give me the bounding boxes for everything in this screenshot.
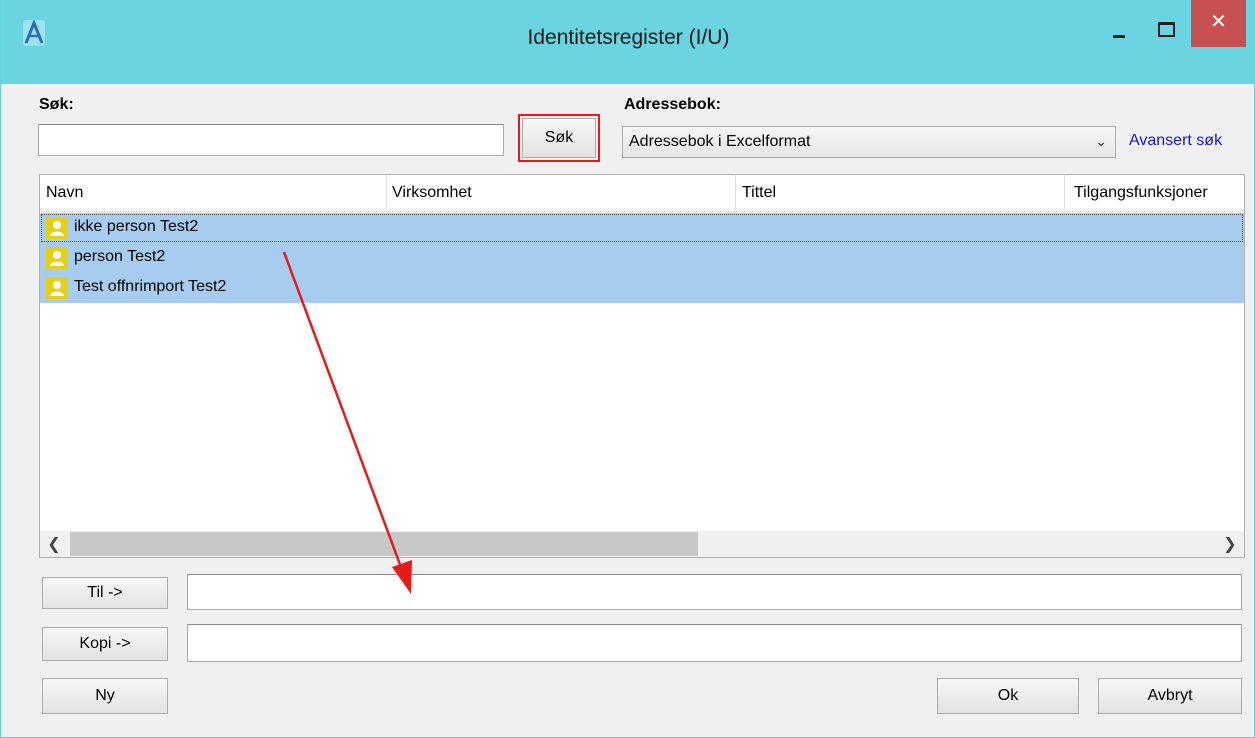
search-button[interactable]: Søk [522,118,596,158]
list-item[interactable]: ikke person Test2 [40,213,1244,243]
title-bar[interactable]: Identitetsregister (I/U) ✕ [1,0,1255,84]
to-button[interactable]: Til -> [42,577,168,609]
list-item-name: ikke person Test2 [74,218,199,235]
to-field[interactable] [187,574,1242,610]
scroll-left-icon[interactable]: ❮ [44,534,64,554]
advanced-search-link[interactable]: Avansert søk [1129,132,1222,150]
list-item[interactable]: person Test2 [40,243,1244,273]
minimize-button[interactable] [1101,18,1137,44]
horizontal-scrollbar[interactable]: ❮ ❯ [40,531,1244,557]
column-header-access-functions[interactable]: Tilgangsfunksjoner [1074,184,1208,202]
cancel-button[interactable]: Avbryt [1098,678,1242,714]
dialog-body: Søk: Søk Adressebok: Adressebok i Excelf… [2,84,1253,735]
list-header: Navn Virksomhet Tittel Tilgangsfunksjone… [40,175,1244,212]
window-title: Identitetsregister (I/U) [527,26,730,49]
column-divider[interactable] [735,175,736,211]
person-icon [46,217,68,239]
column-divider[interactable] [386,175,387,211]
cc-button[interactable]: Kopi -> [42,627,168,661]
column-header-company[interactable]: Virksomhet [392,184,472,202]
close-icon: ✕ [1210,11,1227,33]
scroll-right-icon[interactable]: ❯ [1220,534,1240,554]
search-label: Søk: [39,96,74,113]
column-header-title[interactable]: Tittel [742,184,776,202]
person-icon [46,277,68,299]
column-divider[interactable] [1064,175,1065,211]
person-icon [46,247,68,269]
close-button[interactable]: ✕ [1191,0,1246,47]
addressbook-selected-value: Adressebok i Excelformat [629,133,811,150]
chevron-down-icon[interactable]: ⌄ [1095,133,1107,150]
search-input[interactable] [38,124,504,156]
addressbook-select[interactable]: Adressebok i Excelformat ⌄ [622,126,1116,158]
list-item-name: person Test2 [74,248,166,265]
column-header-name[interactable]: Navn [46,184,83,202]
addressbook-label: Adressebok: [624,96,721,113]
contact-list[interactable]: Navn Virksomhet Tittel Tilgangsfunksjone… [39,174,1245,558]
scrollbar-thumb[interactable] [70,532,698,556]
ok-button[interactable]: Ok [937,678,1079,714]
list-item[interactable]: Test offnrimport Test2 [40,273,1244,303]
maximize-button[interactable] [1147,18,1183,44]
list-item-name: Test offnrimport Test2 [74,278,227,295]
cc-field[interactable] [187,624,1242,662]
dialog-window: Identitetsregister (I/U) ✕ Søk: Søk Adre… [0,0,1255,738]
new-button[interactable]: Ny [42,678,168,714]
